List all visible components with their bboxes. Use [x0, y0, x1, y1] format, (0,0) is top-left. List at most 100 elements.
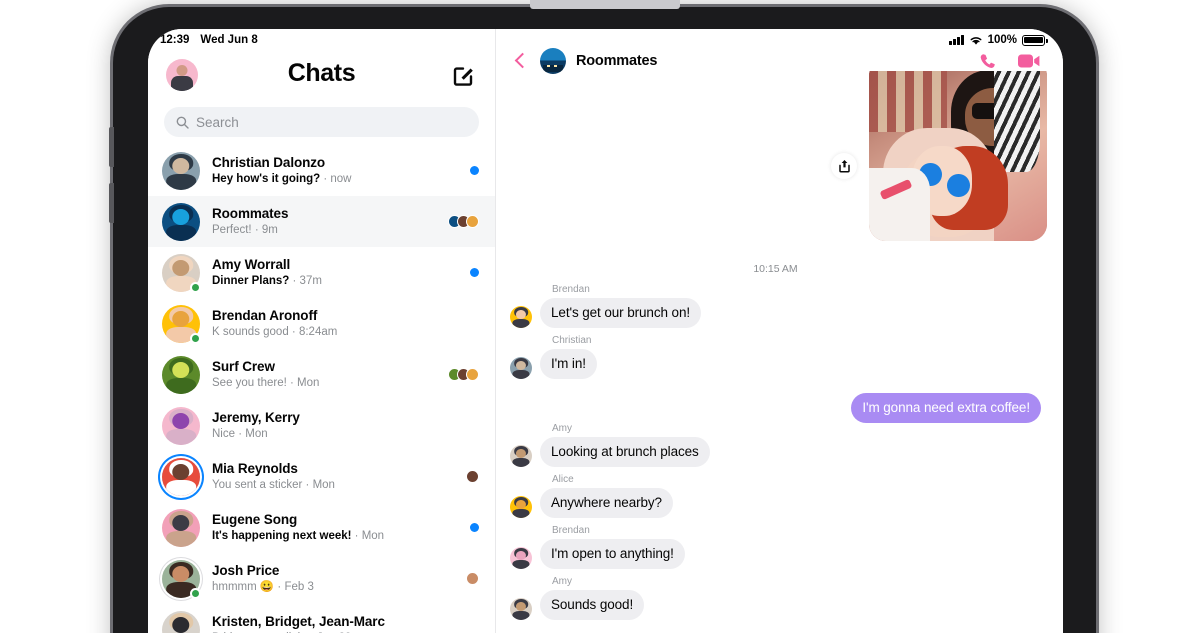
- contact-avatar[interactable]: [162, 304, 201, 344]
- message-sender-avatar[interactable]: [510, 496, 532, 518]
- message-bubble-incoming[interactable]: I'm in!: [540, 349, 597, 379]
- contact-avatar[interactable]: [162, 151, 200, 190]
- chat-item-snippet: hmmmm 😀 · Feb 3: [212, 579, 454, 595]
- chat-list-item[interactable]: Kristen, Bridget, Jean-Marc Bridget sent…: [148, 604, 495, 633]
- chat-item-meta: Amy Worrall Dinner Plans? · 37m: [212, 256, 458, 289]
- chat-item-snippet: Dinner Plans? · 37m: [212, 273, 458, 289]
- contact-avatar[interactable]: [162, 253, 201, 293]
- roommates-group-avatar[interactable]: [540, 48, 566, 74]
- back-chevron-icon[interactable]: [510, 51, 530, 71]
- snippet-time: · 9m: [251, 224, 278, 236]
- contact-avatar[interactable]: [162, 406, 200, 445]
- read-receipt-avatars: [466, 470, 479, 483]
- online-status-dot: [190, 587, 201, 599]
- chat-item-meta: Mia Reynolds You sent a sticker · Mon: [212, 460, 454, 493]
- snippet-time: · Mon: [302, 479, 335, 491]
- message-group-incoming: Christian I'm in!: [510, 335, 1041, 379]
- message-row-incoming: I'm in!: [510, 349, 1041, 379]
- message-sender-name: Brendan: [552, 525, 590, 536]
- chat-item-trailing: [466, 470, 479, 483]
- message-sender-avatar[interactable]: [510, 306, 532, 328]
- chat-list-item[interactable]: Brendan Aronoff K sounds good · 8:24am: [148, 298, 495, 349]
- chat-item-meta: Josh Price hmmmm 😀 · Feb 3: [212, 562, 454, 595]
- chat-list-pane: Chats Search Christian Dalonzo Hey how's…: [148, 29, 496, 633]
- snippet-text: Hey how's it going?: [212, 173, 321, 185]
- message-group-incoming: Alice Anywhere nearby?: [510, 474, 1041, 518]
- chat-item-trailing: [466, 572, 479, 585]
- message-bubble-incoming[interactable]: Let's get our brunch on!: [540, 298, 702, 328]
- message-group-incoming: Brendan I'm open to anything!: [510, 525, 1041, 569]
- chat-list: Christian Dalonzo Hey how's it going? · …: [148, 145, 495, 633]
- message-row-incoming: I'm open to anything!: [510, 539, 1041, 569]
- chat-item-snippet: See you there! · Mon: [212, 375, 436, 391]
- screenshot-root: 12:39 Wed Jun 8 100% Chats Search Christ…: [0, 0, 1200, 633]
- chat-item-trailing: [470, 166, 479, 175]
- contact-avatar[interactable]: [162, 559, 201, 599]
- message-sender-avatar[interactable]: [510, 445, 532, 467]
- message-sender-avatar[interactable]: [510, 598, 532, 620]
- snippet-text: See you there!: [212, 377, 287, 389]
- message-bubble-incoming[interactable]: Anywhere nearby?: [540, 488, 673, 518]
- share-icon[interactable]: [831, 153, 857, 179]
- compose-new-message-icon[interactable]: [451, 62, 477, 88]
- chat-list-item[interactable]: Jeremy, Kerry Nice · Mon: [148, 400, 495, 451]
- message-sender-name: Alice: [552, 474, 574, 485]
- chat-item-meta: Brendan Aronoff K sounds good · 8:24am: [212, 307, 467, 340]
- search-container: Search: [148, 97, 495, 145]
- video-call-icon[interactable]: [1017, 52, 1041, 70]
- chat-item-name: Christian Dalonzo: [212, 155, 326, 170]
- snippet-text: K sounds good: [212, 326, 289, 338]
- message-bubble-outgoing[interactable]: I'm gonna need extra coffee!: [851, 393, 1041, 423]
- chat-item-name: Roommates: [212, 206, 289, 221]
- chat-list-item[interactable]: Roommates Perfect! · 9m: [148, 196, 495, 247]
- chat-list-item[interactable]: Surf Crew See you there! · Mon: [148, 349, 495, 400]
- contact-avatar[interactable]: [162, 355, 200, 394]
- chat-item-name: Surf Crew: [212, 359, 275, 374]
- unread-dot: [470, 268, 479, 277]
- chat-item-meta: Kristen, Bridget, Jean-Marc Bridget sent…: [212, 613, 467, 633]
- search-icon: [176, 116, 189, 129]
- chat-item-name: Josh Price: [212, 563, 280, 578]
- search-placeholder: Search: [196, 114, 239, 130]
- snippet-time: · Mon: [235, 428, 268, 440]
- contact-avatar[interactable]: [162, 610, 200, 633]
- message-sender-avatar[interactable]: [510, 357, 532, 379]
- unread-dot: [470, 166, 479, 175]
- snippet-text: It's happening next week!: [212, 530, 352, 542]
- chat-list-item[interactable]: Amy Worrall Dinner Plans? · 37m: [148, 247, 495, 298]
- conversation-pane: Roommates 10:15 AM Brendan Let's get our…: [496, 29, 1063, 633]
- chat-list-item[interactable]: Josh Price hmmmm 😀 · Feb 3: [148, 553, 495, 604]
- message-row-incoming: Anywhere nearby?: [510, 488, 1041, 518]
- snippet-text: You sent a sticker: [212, 479, 303, 491]
- message-sender-name: Christian: [552, 335, 592, 346]
- message-bubble-incoming[interactable]: Sounds good!: [540, 590, 645, 620]
- message-row-incoming: Let's get our brunch on!: [510, 298, 1041, 328]
- chat-item-snippet: Hey how's it going? · now: [212, 171, 458, 187]
- chat-list-item[interactable]: Mia Reynolds You sent a sticker · Mon: [148, 451, 495, 502]
- contact-avatar[interactable]: [162, 202, 200, 241]
- snippet-time: · Feb 3: [274, 581, 314, 593]
- contact-avatar[interactable]: [162, 508, 200, 547]
- my-profile-avatar[interactable]: [166, 59, 198, 91]
- online-status-dot: [190, 281, 201, 293]
- snippet-time: · Mon: [286, 377, 320, 389]
- message-bubble-incoming[interactable]: Looking at brunch places: [540, 437, 710, 467]
- volume-up-button[interactable]: [109, 127, 114, 167]
- search-input[interactable]: Search: [164, 107, 479, 137]
- contact-avatar[interactable]: [162, 457, 200, 496]
- device-top-antenna: [529, 0, 680, 9]
- phone-call-icon[interactable]: [978, 51, 999, 72]
- chat-item-snippet: It's happening next week! · Mon: [212, 528, 458, 544]
- message-bubble-incoming[interactable]: I'm open to anything!: [540, 539, 685, 569]
- chat-list-item[interactable]: Eugene Song It's happening next week! · …: [148, 502, 495, 553]
- snippet-time: · 8:24am: [288, 326, 338, 338]
- message-thread: 10:15 AM Brendan Let's get our brunch on…: [496, 71, 1063, 633]
- chat-item-name: Eugene Song: [212, 512, 298, 527]
- photo-attachment[interactable]: [869, 71, 1047, 241]
- message-sender-avatar[interactable]: [510, 547, 532, 569]
- volume-down-button[interactable]: [109, 183, 114, 223]
- chat-list-header: Chats: [148, 29, 495, 97]
- chat-list-item[interactable]: Christian Dalonzo Hey how's it going? · …: [148, 145, 495, 196]
- snippet-text: hmmmm 😀: [212, 581, 275, 593]
- chat-item-meta: Christian Dalonzo Hey how's it going? · …: [212, 154, 458, 187]
